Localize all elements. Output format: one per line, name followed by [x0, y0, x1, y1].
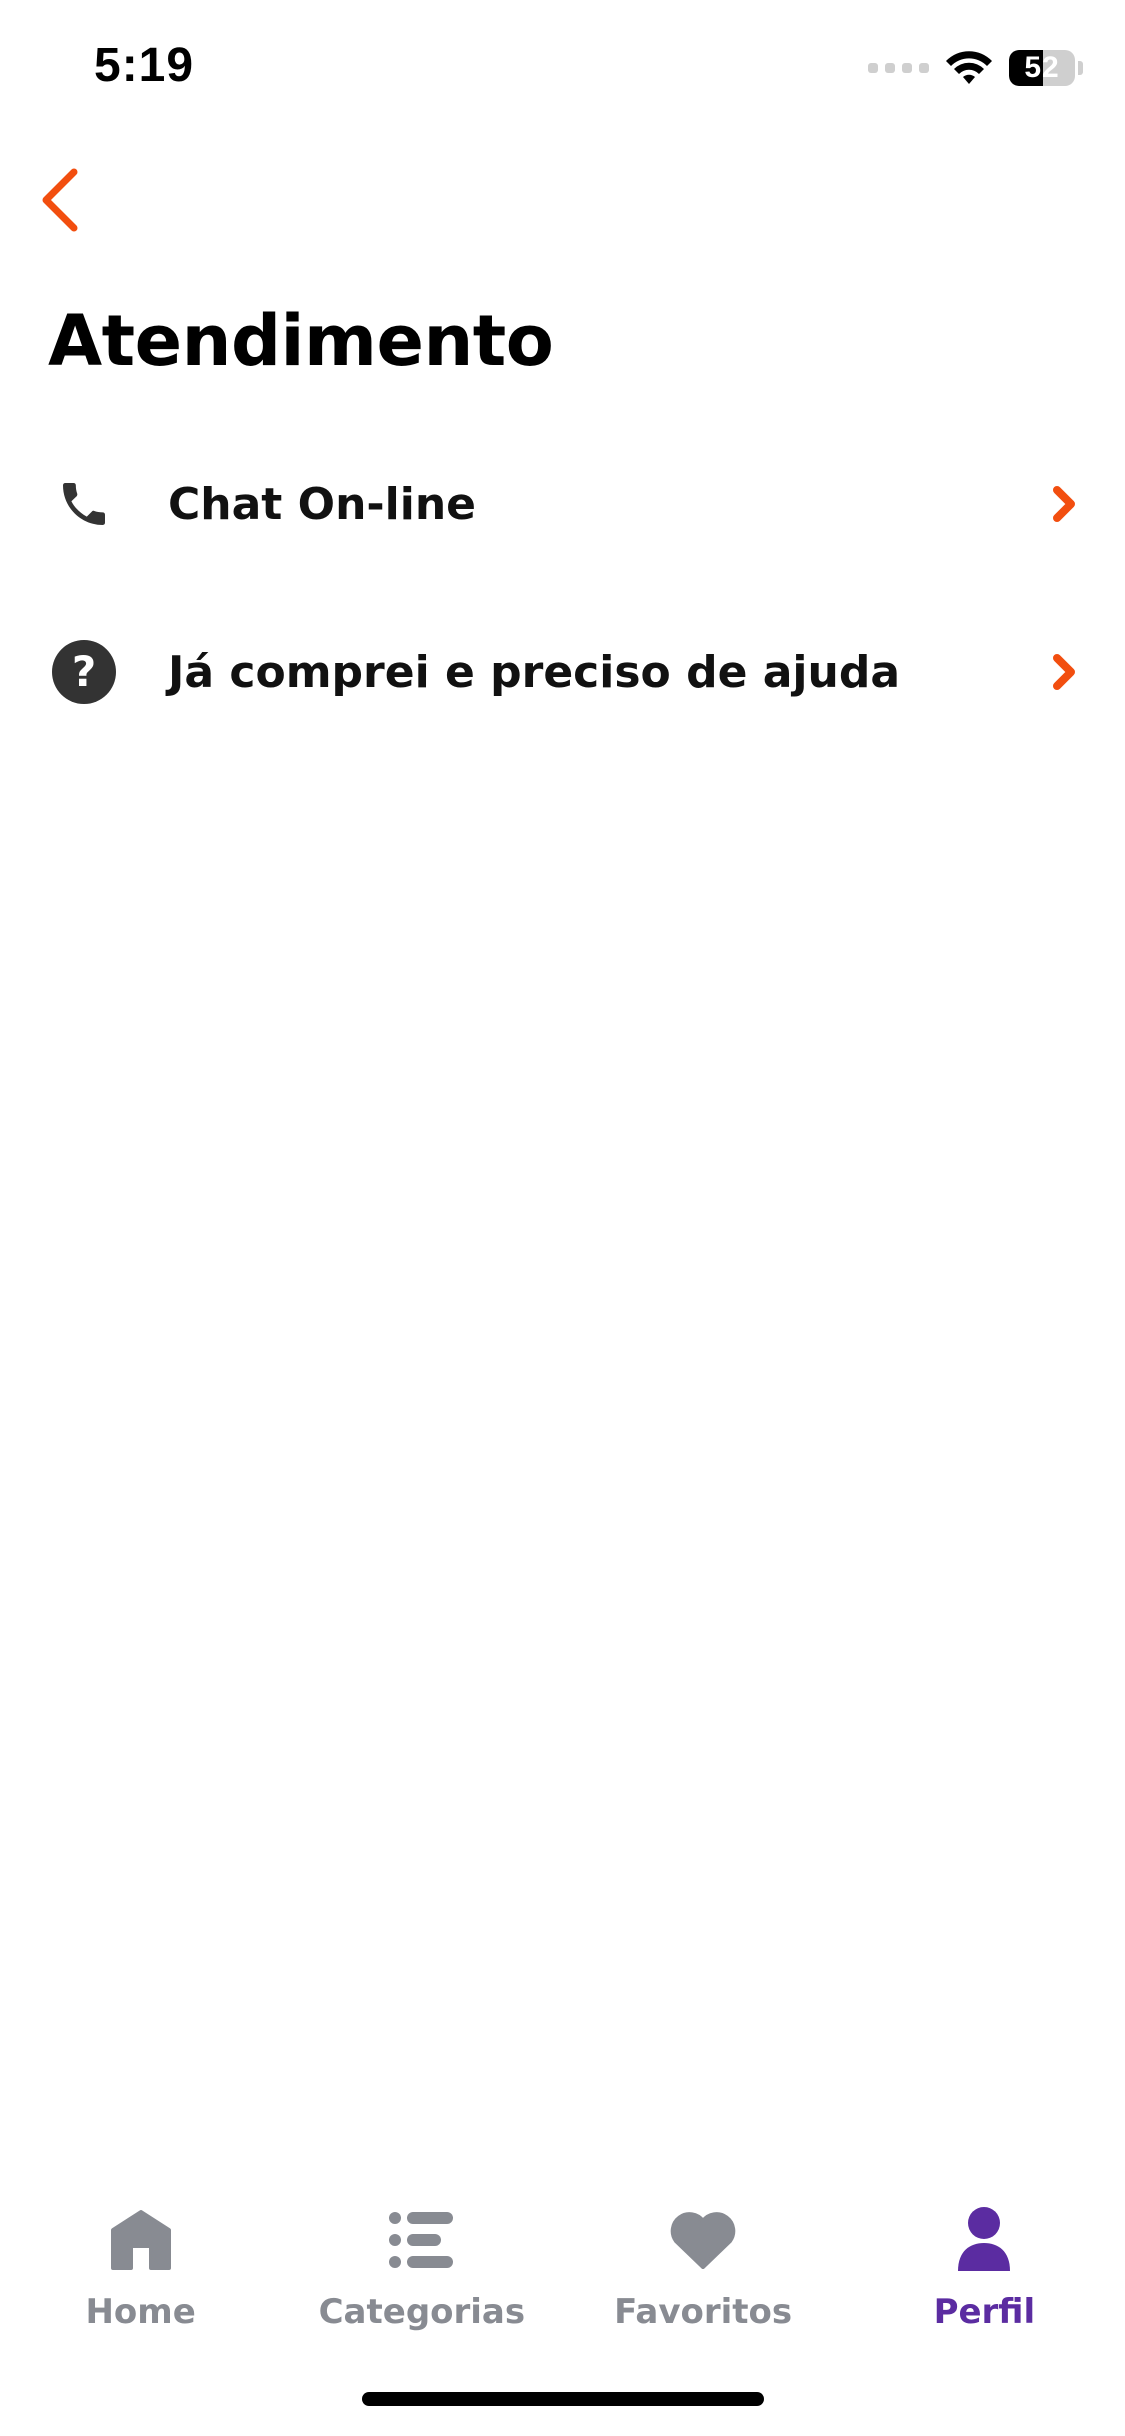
wifi-icon: [946, 51, 992, 84]
heart-icon: [667, 2204, 739, 2276]
tab-favoritos[interactable]: Favoritos: [563, 2180, 844, 2340]
battery-level: 52: [1024, 51, 1060, 84]
phone-icon: [50, 470, 118, 538]
home-icon: [105, 2204, 177, 2276]
user-icon: [948, 2204, 1020, 2276]
tab-label: Categorias: [318, 2292, 526, 2332]
tab-categorias[interactable]: Categorias: [281, 2180, 562, 2340]
list-icon: [386, 2204, 458, 2276]
status-bar: 5:19 52: [0, 0, 1125, 140]
back-button[interactable]: [20, 160, 100, 240]
svg-text:?: ?: [72, 647, 96, 696]
battery-icon: 52: [1009, 50, 1075, 86]
cellular-signal-icon: [868, 63, 929, 73]
chevron-right-icon: [1049, 650, 1079, 694]
page-title: Atendimento: [48, 300, 554, 382]
menu-item-label: Chat On-line: [168, 478, 476, 530]
status-indicators: 52: [868, 46, 1083, 90]
tab-home[interactable]: Home: [0, 2180, 281, 2340]
battery-nub: [1078, 61, 1083, 75]
menu-list: Chat On-line ? Já comprei e preciso de a…: [0, 420, 1125, 756]
chevron-right-icon: [1049, 482, 1079, 526]
status-time: 5:19: [94, 39, 195, 92]
question-circle-icon: ?: [50, 638, 118, 706]
tab-label: Favoritos: [614, 2292, 793, 2332]
tab-label: Home: [85, 2292, 196, 2332]
chevron-left-icon: [42, 168, 78, 232]
home-indicator: [362, 2392, 764, 2406]
menu-item-chat-online[interactable]: Chat On-line: [0, 420, 1125, 588]
menu-item-help-purchase[interactable]: ? Já comprei e preciso de ajuda: [0, 588, 1125, 756]
menu-item-label: Já comprei e preciso de ajuda: [168, 646, 901, 698]
tab-perfil[interactable]: Perfil: [844, 2180, 1125, 2340]
tab-label: Perfil: [933, 2292, 1036, 2332]
tab-bar: Home Categorias Favoritos Perfil: [0, 2180, 1125, 2340]
